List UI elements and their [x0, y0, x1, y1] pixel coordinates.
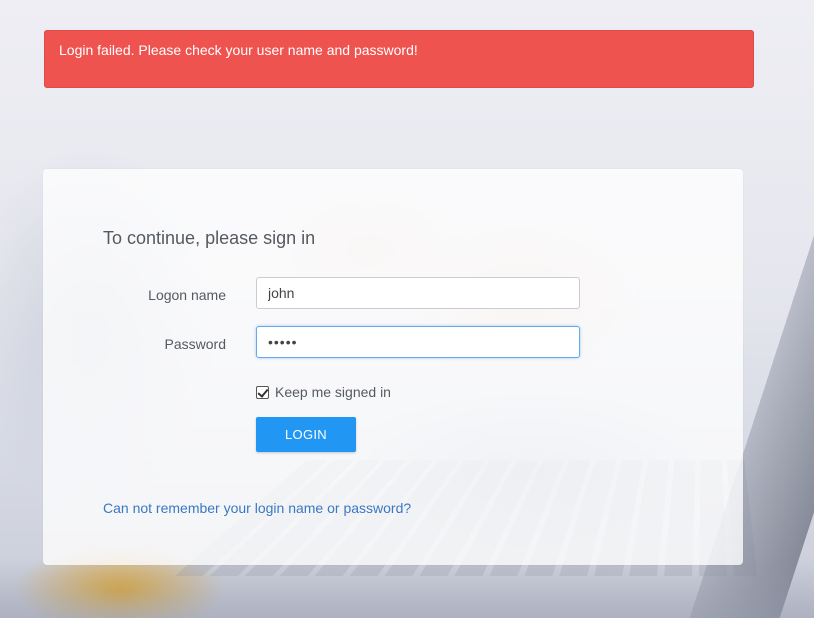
login-error-alert: Login failed. Please check your user nam…	[44, 30, 754, 88]
keep-signed-in-row[interactable]: Keep me signed in	[256, 384, 391, 400]
background-shade	[0, 558, 814, 618]
password-label: Password	[164, 336, 226, 352]
logon-name-input[interactable]	[256, 277, 580, 309]
keep-signed-in-checkbox[interactable]	[256, 385, 269, 399]
signin-title: To continue, please sign in	[103, 228, 316, 248]
logon-name-label: Logon name	[148, 287, 226, 303]
forgot-credentials-link[interactable]: Can not remember your login name or pass…	[103, 500, 411, 516]
login-panel: To continue, please sign in Logon name P…	[43, 169, 743, 565]
login-button[interactable]: LOGIN	[256, 417, 356, 452]
checkmark-icon	[257, 385, 269, 398]
password-input[interactable]	[256, 326, 580, 358]
keep-signed-in-label[interactable]: Keep me signed in	[275, 384, 391, 400]
alert-message: Login failed. Please check your user nam…	[59, 42, 418, 58]
